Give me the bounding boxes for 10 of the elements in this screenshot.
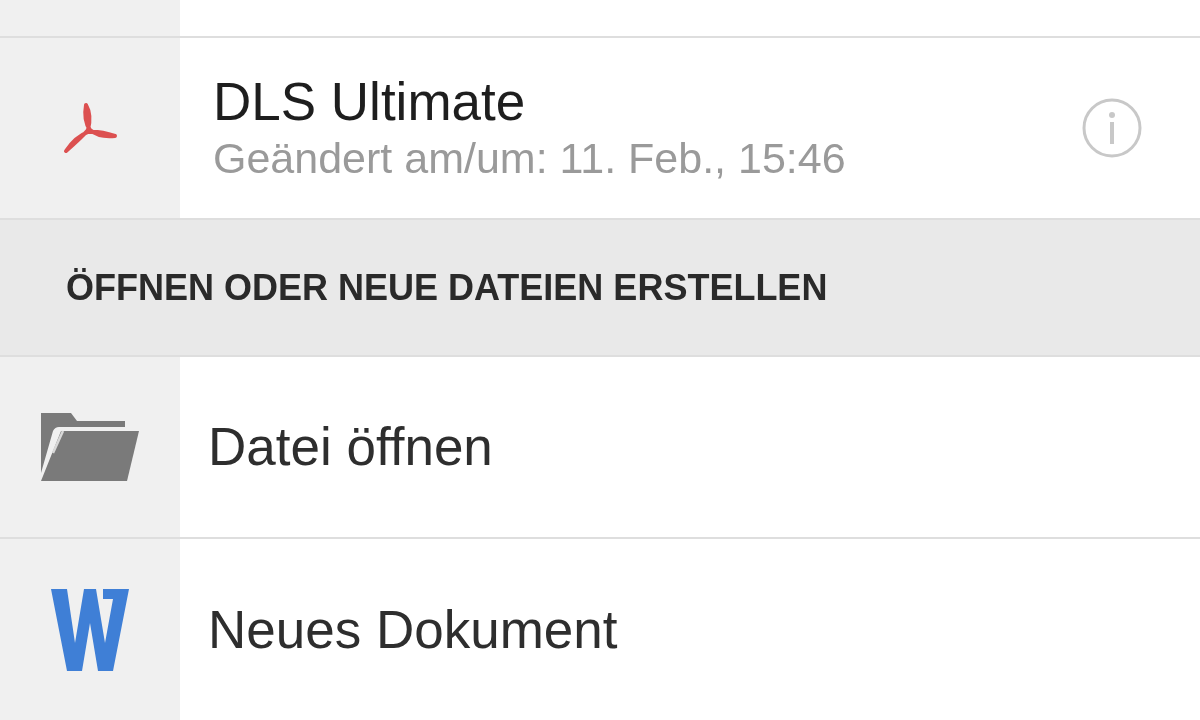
action-label: Neues Dokument	[208, 598, 618, 661]
section-title: ÖFFNEN ODER NEUE DATEIEN ERSTELLEN	[66, 265, 828, 310]
file-modified-date: Geändert am/um: 11. Feb., 15:46	[213, 133, 846, 184]
letter-w-icon	[51, 588, 129, 671]
folder-icon	[41, 413, 139, 481]
pdf-icon	[62, 102, 118, 154]
info-icon[interactable]	[1082, 98, 1142, 158]
file-row[interactable]	[0, 0, 1200, 38]
file-name: DLS Ultimate	[213, 72, 526, 132]
action-label: Datei öffnen	[208, 416, 493, 479]
